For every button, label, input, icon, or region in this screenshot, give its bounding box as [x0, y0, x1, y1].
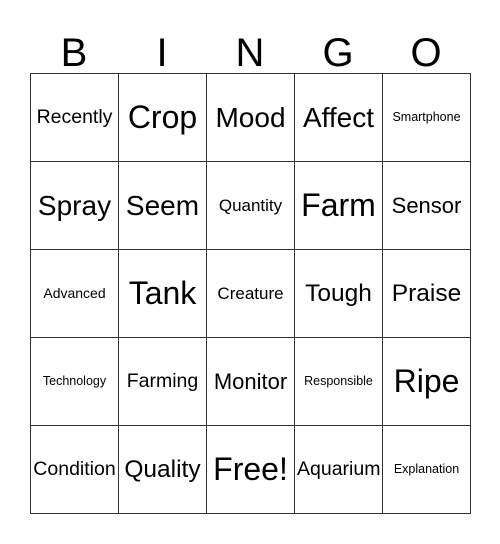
- bingo-cell-label: Recently: [36, 106, 113, 129]
- bingo-cell-label: Condition: [33, 458, 116, 481]
- header-letter-o: O: [410, 30, 442, 75]
- bingo-cell[interactable]: Aquarium: [295, 426, 383, 514]
- bingo-cell-label: Explanation: [393, 461, 460, 476]
- header-letter-i: I: [156, 30, 168, 75]
- bingo-cell-label: Creature: [217, 283, 284, 303]
- bingo-cell[interactable]: Affect: [295, 74, 383, 162]
- bingo-cell[interactable]: Praise: [383, 250, 471, 338]
- bingo-row: Spray Seem Quantity Farm Sensor: [31, 162, 471, 250]
- bingo-cell-label: Affect: [302, 101, 375, 133]
- bingo-row: Recently Crop Mood Affect Smartphone: [31, 74, 471, 162]
- bingo-cell-label: Tank: [128, 274, 197, 311]
- bingo-cell[interactable]: Tank: [119, 250, 207, 338]
- bingo-cell-label: Tough: [305, 279, 372, 307]
- header-letter-b: B: [60, 30, 88, 75]
- bingo-cell-label: Technology: [42, 373, 107, 388]
- bingo-cell[interactable]: Responsible: [295, 338, 383, 426]
- bingo-cell[interactable]: Crop: [119, 74, 207, 162]
- bingo-cell[interactable]: Condition: [31, 426, 119, 514]
- bingo-cell-label: Farming: [126, 370, 199, 393]
- bingo-cell-label: Spray: [37, 189, 112, 221]
- bingo-row: Condition Quality Free! Aquarium Explana…: [31, 426, 471, 514]
- bingo-cell[interactable]: Smartphone: [383, 74, 471, 162]
- bingo-row: Advanced Tank Creature Tough Praise: [31, 250, 471, 338]
- bingo-cell-label: Crop: [127, 98, 198, 135]
- bingo-cell-label: Smartphone: [392, 109, 461, 124]
- bingo-cell-label: Advanced: [43, 285, 106, 302]
- bingo-cell[interactable]: Spray: [31, 162, 119, 250]
- bingo-cell-label: Quality: [124, 455, 201, 483]
- bingo-cell-label: Monitor: [213, 368, 288, 394]
- bingo-cell[interactable]: Explanation: [383, 426, 471, 514]
- bingo-cell-label: Aquarium: [297, 458, 381, 481]
- bingo-cell-label: Responsible: [304, 373, 373, 388]
- bingo-card: B I N G O Recently Crop Mood Affect Smar…: [30, 14, 471, 514]
- bingo-cell[interactable]: Recently: [31, 74, 119, 162]
- bingo-cell[interactable]: Advanced: [31, 250, 119, 338]
- bingo-cell-label: Mood: [215, 101, 286, 133]
- bingo-row: Technology Farming Monitor Responsible R…: [31, 338, 471, 426]
- bingo-cell[interactable]: Mood: [207, 74, 295, 162]
- bingo-cell[interactable]: Quantity: [207, 162, 295, 250]
- bingo-cell[interactable]: Sensor: [383, 162, 471, 250]
- bingo-cell[interactable]: Creature: [207, 250, 295, 338]
- header-letter-g: G: [322, 30, 354, 75]
- bingo-cell[interactable]: Farming: [119, 338, 207, 426]
- bingo-cell[interactable]: Monitor: [207, 338, 295, 426]
- bingo-header-row: B I N G O: [30, 14, 470, 73]
- bingo-cell-label: Seem: [125, 189, 200, 221]
- bingo-cell[interactable]: Quality: [119, 426, 207, 514]
- bingo-cell-label: Free!: [213, 450, 288, 487]
- bingo-cell-label: Sensor: [391, 192, 462, 218]
- bingo-cell[interactable]: Tough: [295, 250, 383, 338]
- bingo-cell[interactable]: Seem: [119, 162, 207, 250]
- bingo-cell[interactable]: Technology: [31, 338, 119, 426]
- bingo-cell-free[interactable]: Free!: [207, 426, 295, 514]
- bingo-cell-label: Praise: [391, 279, 462, 307]
- bingo-cell[interactable]: Farm: [295, 162, 383, 250]
- bingo-cell-label: Quantity: [218, 195, 283, 215]
- bingo-cell[interactable]: Ripe: [383, 338, 471, 426]
- bingo-cell-label: Ripe: [393, 362, 460, 399]
- bingo-grid: Recently Crop Mood Affect Smartphone Spr…: [30, 73, 471, 514]
- bingo-cell-label: Farm: [301, 186, 376, 223]
- header-letter-n: N: [235, 30, 265, 75]
